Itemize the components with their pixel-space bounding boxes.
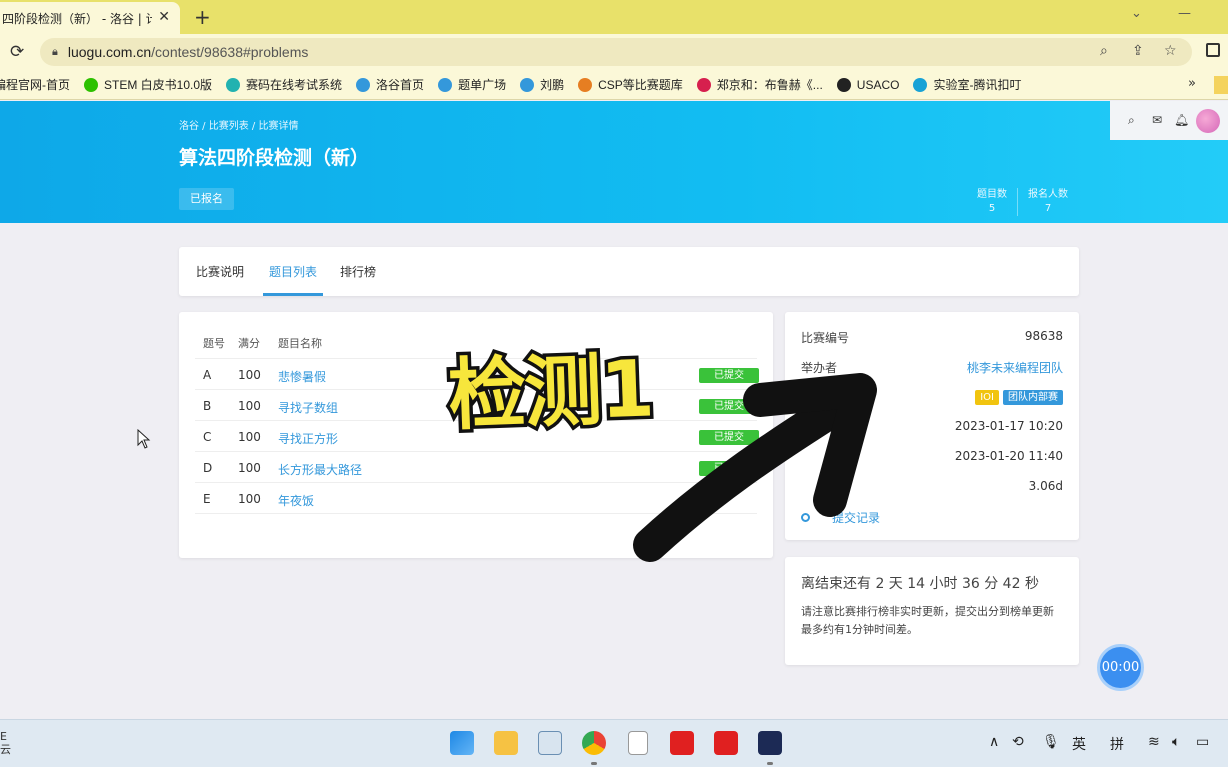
bookmark-item[interactable]: 实验室-腾讯扣叮 — [913, 76, 1021, 93]
photos-icon[interactable] — [538, 731, 562, 755]
stat-divider — [1017, 188, 1018, 216]
bookmark-item[interactable]: USACO — [836, 77, 899, 92]
bookmark-item[interactable]: 编程官网-首页 — [0, 76, 70, 93]
minimize-icon[interactable]: — — [1178, 6, 1191, 21]
bookmark-item[interactable]: 刘鹏 — [520, 76, 564, 93]
luogu-icon — [578, 77, 593, 92]
bookmark-item[interactable]: 赛码在线考试系统 — [226, 76, 342, 93]
leshi-icon[interactable] — [670, 731, 694, 755]
luogu-icon — [438, 77, 453, 92]
bookmark-star-icon[interactable]: ☆ — [1164, 43, 1177, 59]
tab-title: 四阶段检测（新） - 洛谷 | 计 — [2, 11, 152, 26]
red-icon — [696, 77, 711, 92]
address-bar[interactable]: 🔒︎ luogu.com.cn/contest/98638#problems ⌕… — [40, 38, 1192, 66]
tag-ioi: IOI — [975, 390, 999, 405]
problem-score: 100 — [238, 430, 261, 444]
mail-icon[interactable]: ✉ — [1152, 113, 1162, 127]
tag-team: 团队内部赛 — [1003, 390, 1063, 405]
countdown-note: 请注意比赛排行榜非实时更新，提交出分到榜单更新最多约有1分钟时间差。 — [801, 605, 1054, 636]
tab-problems[interactable]: 题目列表 — [269, 263, 317, 280]
bookmarks-bar: 编程官网-首页 STEM 白皮书10.0版 赛码在线考试系统 洛谷首页 题单广场 刘鹏 CS… — [0, 70, 1228, 100]
registered-button[interactable]: 已报名 — [179, 188, 234, 210]
devcpp-running-indicator — [767, 762, 773, 765]
url-text: luogu.com.cn/contest/98638#problems — [67, 44, 309, 60]
taskbar-weather[interactable]: E云 — [0, 730, 11, 756]
chrome-icon[interactable] — [582, 731, 606, 755]
problem-score: 100 — [238, 492, 261, 506]
user-toolbar: ⌕ ✉ 🔔︎ — [1110, 101, 1228, 140]
mouse-cursor-icon — [137, 429, 151, 449]
problem-id: E — [203, 492, 211, 506]
help-icon[interactable] — [714, 731, 738, 755]
lock-icon: 🔒︎ — [52, 45, 58, 58]
chrome-running-indicator — [591, 762, 597, 765]
tab-ranking[interactable]: 排行榜 — [340, 263, 376, 280]
problem-id: D — [203, 461, 213, 475]
bookmarks-more-icon[interactable]: » — [1188, 76, 1196, 91]
problem-link[interactable]: 寻找正方形 — [278, 430, 338, 447]
microphone-icon[interactable]: 🎙︎ — [1042, 734, 1060, 750]
new-tab-button[interactable]: + — [194, 5, 211, 29]
ime-mode[interactable]: 拼 — [1110, 734, 1124, 754]
sai-icon — [226, 77, 241, 92]
breadcrumb[interactable]: 洛谷 / 比赛列表 / 比赛详情 — [179, 117, 298, 132]
problem-score: 100 — [238, 368, 261, 382]
file-explorer-icon[interactable] — [494, 731, 518, 755]
side-panel-icon[interactable] — [1206, 43, 1220, 57]
wifi-icon[interactable]: ≋ — [1148, 734, 1160, 750]
contest-tabs: 比赛说明 题目列表 排行榜 — [179, 247, 1079, 296]
wechat-icon — [84, 77, 98, 92]
host-link[interactable]: 桃李未来编程团队 — [967, 359, 1063, 376]
bookmark-item[interactable]: 题单广场 — [438, 76, 506, 93]
stat-problem-count: 题目数 5 — [977, 189, 1007, 214]
coding-icon — [913, 77, 928, 92]
windows-taskbar: E云 ∧ ⟲ 🎙︎ 英 拼 ≋ 🔈︎ ▭ — [0, 719, 1228, 767]
chevron-down-icon[interactable]: ⌄ — [1131, 6, 1142, 21]
problem-link[interactable]: 年夜饭 — [278, 492, 314, 509]
start-icon[interactable] — [450, 731, 474, 755]
overlay-arrow-icon — [633, 373, 877, 562]
tab-close-icon[interactable]: ✕ — [158, 9, 170, 25]
problem-link[interactable]: 长方形最大路径 — [278, 461, 362, 478]
problem-link[interactable]: 寻找子数组 — [278, 399, 338, 416]
bookmark-item[interactable]: 郑京和：布鲁赫《... — [696, 76, 823, 93]
zoom-icon[interactable]: ⌕ — [1100, 43, 1108, 59]
sync-icon[interactable]: ⟲ — [1012, 734, 1024, 750]
problem-link[interactable]: 悲惨暑假 — [278, 368, 326, 385]
problem-score: 100 — [238, 399, 261, 413]
page-title: 算法四阶段检测（新） — [179, 147, 370, 169]
notepad-icon[interactable] — [628, 731, 648, 755]
timer-widget[interactable]: 00:00 — [1097, 644, 1144, 691]
search-icon[interactable]: ⌕ — [1128, 113, 1135, 128]
tab-description[interactable]: 比赛说明 — [196, 263, 244, 280]
luogu-icon — [520, 77, 535, 92]
bell-icon[interactable]: 🔔︎ — [1174, 113, 1189, 127]
volume-icon[interactable]: 🔈︎ — [1172, 734, 1180, 750]
luogu-icon — [356, 77, 371, 92]
problem-id: C — [203, 430, 212, 444]
stat-participant-count: 报名人数 7 — [1028, 189, 1068, 214]
tray-chevron-icon[interactable]: ∧ — [989, 734, 999, 750]
bookmark-item[interactable]: CSP等比赛题库 — [578, 76, 683, 93]
browser-tab-bar: 四阶段检测（新） - 洛谷 | 计 ✕ + ⌄ — — [0, 0, 1228, 34]
share-icon[interactable]: ⇪ — [1132, 43, 1144, 59]
active-tab-indicator — [263, 293, 323, 296]
bookmark-folder-icon[interactable] — [1214, 76, 1228, 94]
address-row: ⟳ 🔒︎ luogu.com.cn/contest/98638#problems… — [0, 34, 1228, 70]
devcpp-icon[interactable] — [758, 731, 782, 755]
bookmark-item[interactable]: 洛谷首页 — [356, 76, 424, 93]
battery-icon[interactable]: ▭ — [1196, 734, 1209, 750]
contest-banner: 洛谷 / 比赛列表 / 比赛详情 算法四阶段检测（新） 已报名 题目数 5 报名人… — [0, 101, 1228, 223]
globe-icon — [836, 77, 851, 92]
browser-tab[interactable]: 四阶段检测（新） - 洛谷 | 计 ✕ — [0, 2, 180, 34]
ime-language[interactable]: 英 — [1072, 734, 1086, 754]
avatar[interactable] — [1196, 109, 1220, 133]
problem-id: B — [203, 399, 212, 413]
problem-id: A — [203, 368, 212, 382]
reload-icon[interactable]: ⟳ — [10, 42, 24, 62]
bookmark-item[interactable]: STEM 白皮书10.0版 — [84, 76, 212, 93]
problem-score: 100 — [238, 461, 261, 475]
